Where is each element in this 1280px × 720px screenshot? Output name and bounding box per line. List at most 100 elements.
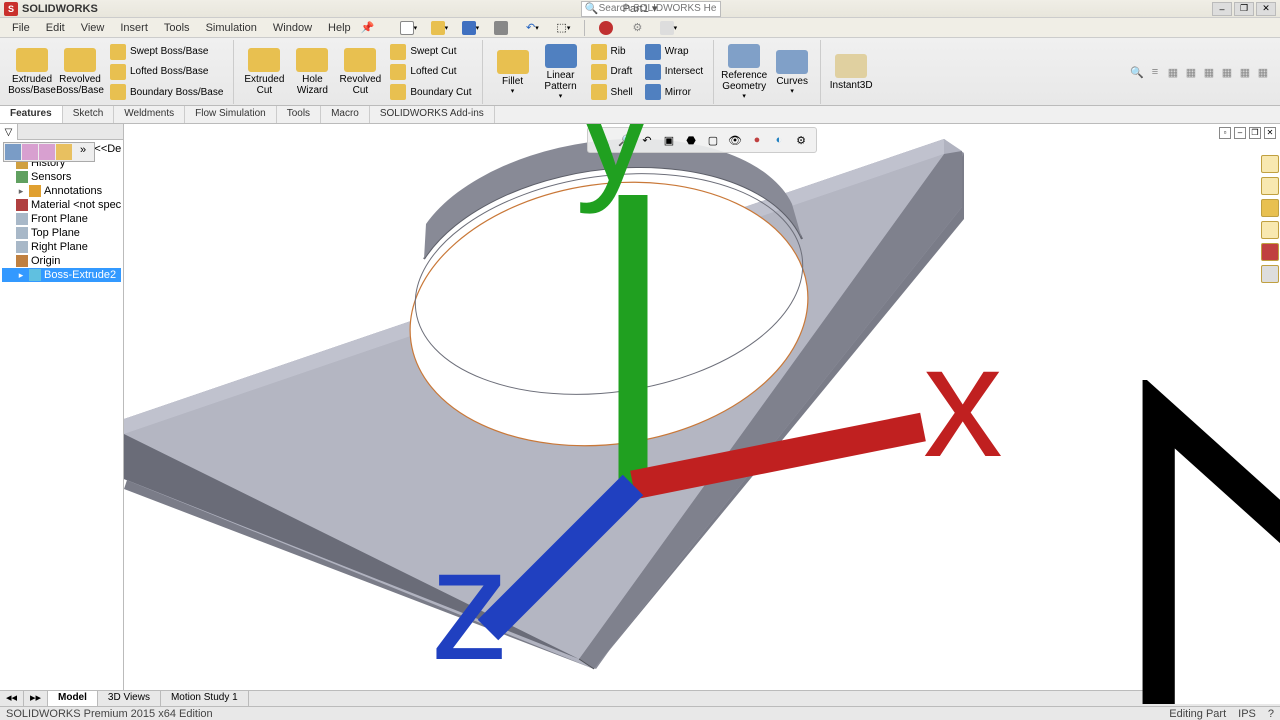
status-help-icon[interactable]: ? (1268, 708, 1274, 720)
qat-extra[interactable]: ▾ (654, 19, 682, 37)
ribbon: Extruded Boss/Base Revolved Boss/Base Sw… (0, 38, 1280, 106)
rib-button[interactable]: Rib (587, 42, 637, 61)
fm-flyout: » (3, 142, 95, 162)
bottom-tabs: ◂◂▸▸ Model 3D Views Motion Study 1 (0, 690, 1280, 706)
boundary-cut-button[interactable]: Boundary Cut (386, 83, 475, 102)
qat-new[interactable]: ▾ (394, 19, 422, 37)
qat-save[interactable]: ▾ (456, 19, 484, 37)
tool-icon-2[interactable]: ▦ (1182, 63, 1200, 81)
menu-bar: File Edit View Insert Tools Simulation W… (0, 18, 1280, 38)
tree-material[interactable]: Material <not specified> (2, 198, 121, 212)
menu-simulation[interactable]: Simulation (198, 20, 265, 36)
tree-annotations[interactable]: ▸Annotations (2, 184, 121, 198)
qat-open[interactable]: ▾ (425, 19, 453, 37)
app-logo-icon: S (4, 2, 18, 16)
bottom-tab-motion-study[interactable]: Motion Study 1 (161, 691, 249, 706)
bottom-tab-3dviews[interactable]: 3D Views (98, 691, 161, 706)
status-bar: SOLIDWORKS Premium 2015 x64 Edition Edit… (0, 706, 1280, 720)
help-search-input[interactable] (599, 3, 717, 14)
search-icon: 🔍 (585, 2, 599, 15)
qat-rebuild[interactable] (592, 19, 620, 37)
lofted-cut-button[interactable]: Lofted Cut (386, 62, 475, 81)
tool-icon-6[interactable]: ▦ (1254, 63, 1272, 81)
reference-geometry-button[interactable]: Reference Geometry▾ (720, 40, 768, 104)
quick-access-toolbar: ▾ ▾ ▾ ↶▾ ⬚▾ ⚙ ▾ (394, 19, 682, 37)
tool-icon-1[interactable]: ▦ (1164, 63, 1182, 81)
revolved-boss-base-button[interactable]: Revolved Boss/Base (56, 40, 104, 104)
fm-tab-dimxpert-icon[interactable] (56, 144, 72, 160)
fm-tab-configuration-icon[interactable] (39, 144, 55, 160)
extruded-cut-button[interactable]: Extruded Cut (240, 40, 288, 104)
bottom-tab-model[interactable]: Model (48, 691, 98, 706)
svg-text:z: z (430, 515, 510, 659)
fillet-button[interactable]: Fillet▾ (489, 40, 537, 104)
extruded-boss-base-button[interactable]: Extruded Boss/Base (8, 40, 56, 104)
intersect-button[interactable]: Intersect (641, 62, 707, 81)
boundary-boss-base-button[interactable]: Boundary Boss/Base (106, 83, 227, 102)
fm-tab-property-manager-icon[interactable] (22, 144, 38, 160)
svg-text:y: y (575, 124, 655, 215)
menu-view[interactable]: View (73, 20, 113, 36)
tree-top-plane[interactable]: Top Plane (2, 226, 121, 240)
shell-button[interactable]: Shell (587, 83, 637, 102)
revolved-cut-button[interactable]: Revolved Cut (336, 40, 384, 104)
draft-button[interactable]: Draft (587, 62, 637, 81)
tab-weldments[interactable]: Weldments (114, 106, 185, 123)
bottom-nav-prev-icon[interactable]: ◂◂ (0, 691, 24, 706)
tab-macro[interactable]: Macro (321, 106, 370, 123)
menu-file[interactable]: File (4, 20, 38, 36)
wrap-button[interactable]: Wrap (641, 42, 707, 61)
fm-tab-design-tree-icon[interactable] (5, 144, 21, 160)
command-tabs: Features Sketch Weldments Flow Simulatio… (0, 106, 1280, 124)
menu-insert[interactable]: Insert (112, 20, 156, 36)
svg-text:x: x (923, 312, 1003, 490)
viewport-3d[interactable]: ▫ – ❐ ✕ (124, 124, 1280, 704)
list-icon[interactable]: ≡ (1146, 63, 1164, 81)
status-version: SOLIDWORKS Premium 2015 x64 Edition (6, 708, 213, 720)
fm-filter-icon[interactable]: ▽ (0, 124, 18, 140)
title-bar: S SOLIDWORKS Part1 ▾ 🔍 – ❐ ✕ (0, 0, 1280, 18)
swept-boss-base-button[interactable]: Swept Boss/Base (106, 42, 227, 61)
status-mode: Editing Part (1169, 708, 1226, 720)
menu-edit[interactable]: Edit (38, 20, 73, 36)
qat-options[interactable]: ⚙ (623, 19, 651, 37)
tool-icon-4[interactable]: ▦ (1218, 63, 1236, 81)
tree-origin[interactable]: Origin (2, 254, 121, 268)
hole-wizard-button[interactable]: Hole Wizard (288, 40, 336, 104)
qat-undo[interactable]: ↶▾ (518, 19, 546, 37)
status-units: IPS (1238, 708, 1256, 720)
view-triad-icon: y x z (142, 124, 1280, 659)
tree-right-plane[interactable]: Right Plane (2, 240, 121, 254)
doc-title: Part1 ▾ (623, 2, 658, 15)
menu-pin-icon[interactable]: 📌 (361, 21, 375, 34)
mirror-button[interactable]: Mirror (641, 83, 707, 102)
instant3d-button[interactable]: Instant3D (827, 40, 875, 104)
tab-flow-simulation[interactable]: Flow Simulation (185, 106, 277, 123)
tree-boss-extrude[interactable]: ▸Boss-Extrude2 (2, 268, 121, 282)
menu-window[interactable]: Window (265, 20, 320, 36)
bottom-nav-next-icon[interactable]: ▸▸ (24, 691, 48, 706)
curves-button[interactable]: Curves▾ (768, 40, 816, 104)
restore-button[interactable]: ❐ (1234, 2, 1254, 16)
qat-print[interactable] (487, 19, 515, 37)
fm-flyout-expand-icon[interactable]: » (73, 144, 93, 160)
app-brand: SOLIDWORKS (22, 3, 98, 15)
tab-features[interactable]: Features (0, 106, 63, 123)
tab-sketch[interactable]: Sketch (63, 106, 115, 123)
lofted-boss-base-button[interactable]: Lofted Boss/Base (106, 62, 227, 81)
tab-solidworks-addins[interactable]: SOLIDWORKS Add-ins (370, 106, 495, 123)
minimize-button[interactable]: – (1212, 2, 1232, 16)
feature-manager-panel: ▽ ▾Part1 (Default<<Default>_Disp History… (0, 124, 124, 704)
close-button[interactable]: ✕ (1256, 2, 1276, 16)
search-options-icon[interactable]: 🔍 (1128, 63, 1146, 81)
swept-cut-button[interactable]: Swept Cut (386, 42, 475, 61)
tool-icon-3[interactable]: ▦ (1200, 63, 1218, 81)
menu-tools[interactable]: Tools (156, 20, 198, 36)
linear-pattern-button[interactable]: Linear Pattern▾ (537, 40, 585, 104)
tree-sensors[interactable]: Sensors (2, 170, 121, 184)
tab-tools[interactable]: Tools (277, 106, 321, 123)
tree-front-plane[interactable]: Front Plane (2, 212, 121, 226)
qat-select[interactable]: ⬚▾ (549, 19, 577, 37)
menu-help[interactable]: Help (320, 20, 359, 36)
tool-icon-5[interactable]: ▦ (1236, 63, 1254, 81)
